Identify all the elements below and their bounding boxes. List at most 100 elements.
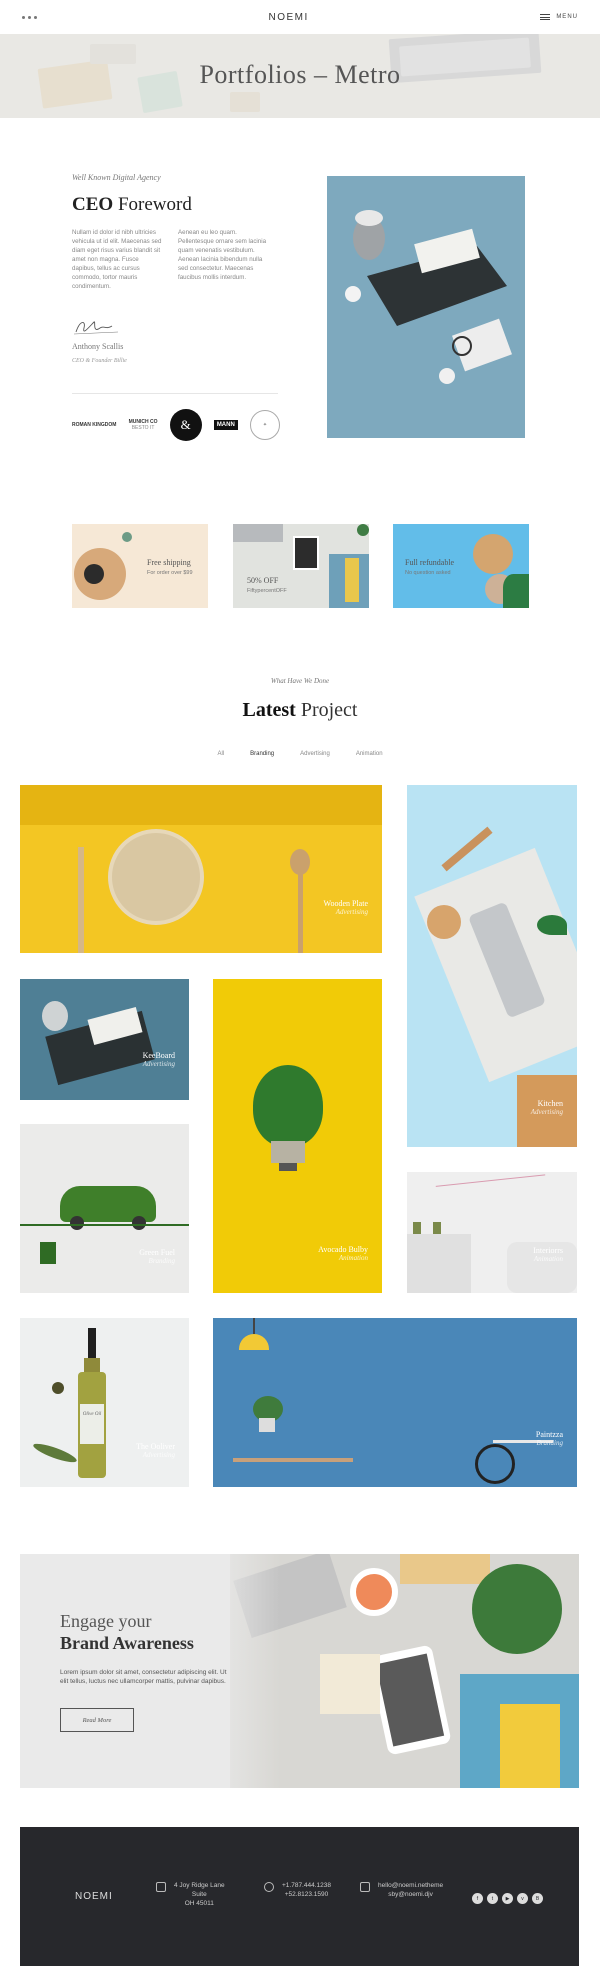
promo-text: No question asked — [405, 570, 451, 576]
brand-logo-roman-kingdom: ROMAN KINGDOM — [72, 422, 117, 428]
project-category: Advertising — [142, 1060, 175, 1068]
signature-image — [73, 321, 119, 335]
brand-logos: ROMAN KINGDOM MUNICH CO BESTO IT & MANN ✦ — [72, 408, 280, 442]
cta-title-line2: Brand Awareness — [60, 1633, 194, 1653]
project-tile-kitchen[interactable]: Kitchen Advertising — [407, 785, 577, 1147]
project-caption: Interiorrs Animation — [533, 1246, 563, 1263]
project-caption: Green Fuel Branding — [139, 1248, 175, 1265]
ceo-role: CEO & Founder Billie — [72, 358, 127, 364]
address-line: 4 Joy Ridge Lane — [174, 1882, 225, 1889]
project-name: The Ooliver — [136, 1442, 175, 1451]
project-name: Kitchen — [537, 1099, 563, 1108]
page-hero: Portfolios – Metro — [0, 34, 600, 118]
phone-number[interactable]: +1.787.444.1238 — [282, 1881, 331, 1890]
promo-text: For order over $99 — [147, 570, 193, 576]
email-address[interactable]: hello@noemi.netheme — [378, 1881, 443, 1890]
project-name: Interiorrs — [533, 1246, 563, 1255]
latest-title-bold: Latest — [242, 699, 296, 721]
project-caption: KeeBoard Advertising — [143, 1051, 175, 1068]
ceo-text-col2: Aenean eu leo quam. Pellentesque ornare … — [178, 229, 267, 281]
ceo-text: Nullam id dolor id nibh ultricies vehicu… — [72, 228, 268, 291]
promo-text: FiftypercentOFF — [247, 588, 287, 594]
footer-phones: +1.787.444.1238 +52.8123.1590 — [264, 1881, 331, 1899]
ceo-text-col1: Nullam id dolor id nibh ultricies vehicu… — [72, 229, 162, 290]
project-tile-green-fuel[interactable]: Green Fuel Branding — [20, 1124, 189, 1293]
project-category: Advertising — [335, 908, 368, 916]
filter-advertising[interactable]: Advertising — [300, 751, 330, 757]
menu-label: MENU — [556, 14, 578, 20]
hamburger-icon — [540, 14, 551, 20]
brand-logo-ampersand: & — [169, 409, 202, 441]
project-category: Advertising — [142, 1451, 175, 1459]
address-line: OH 45011 — [184, 1900, 214, 1907]
project-category: Animation — [533, 1255, 563, 1263]
promo-title: Full refundable — [405, 558, 455, 567]
project-category: Advertising — [530, 1108, 563, 1116]
vimeo-icon[interactable]: v — [517, 1893, 528, 1904]
promo-card-shipping[interactable]: Free shipping For order over $99 — [72, 524, 208, 608]
cta-title: Engage your Brand Awareness — [60, 1610, 194, 1654]
cta-text: Lorem ipsum dolor sit amet, consectetur … — [60, 1669, 227, 1685]
cta-banner: Engage your Brand Awareness Lorem ipsum … — [20, 1554, 579, 1788]
latest-subtitle: What Have We Done — [270, 677, 330, 685]
project-tile-keeboard[interactable]: KeeBoard Advertising — [20, 979, 189, 1100]
latest-title: Latest Project — [0, 699, 600, 722]
page-title: Portfolios – Metro — [199, 60, 401, 89]
project-name: Wooden Plate — [323, 899, 368, 908]
phone-icon — [264, 1882, 274, 1892]
typewriter-illustration — [327, 176, 525, 438]
map-icon — [156, 1882, 166, 1892]
promo-title: Free shipping — [147, 558, 191, 567]
more-dots-icon[interactable] — [22, 15, 37, 19]
ceo-photo — [327, 176, 525, 438]
twitter-icon[interactable]: t — [487, 1893, 498, 1904]
promo-card-discount[interactable]: 50% OFF FiftypercentOFF — [233, 524, 369, 608]
latest-title-rest: Project — [300, 699, 358, 721]
brand-logo-mann: MANN — [213, 420, 238, 430]
brand-logo-munich: MUNICH CO BESTO IT — [129, 419, 158, 431]
project-tile-interiorrs[interactable]: Interiorrs Animation — [407, 1172, 577, 1293]
project-name: Avocado Bulby — [318, 1245, 368, 1254]
brand-logo-munich-sub: BESTO IT — [131, 425, 155, 431]
filter-animation[interactable]: Animation — [356, 751, 383, 757]
cta-title-line1: Engage your — [60, 1611, 152, 1631]
project-caption: Avocado Bulby Animation — [318, 1245, 368, 1262]
email-address[interactable]: sby@noemi.djv — [378, 1890, 443, 1899]
site-logo[interactable]: NOEMI — [269, 12, 309, 23]
project-caption: Wooden Plate Advertising — [324, 899, 368, 916]
brand-logo-circle: ✦ — [249, 410, 280, 440]
social-links: f t ▶ v B — [472, 1893, 543, 1904]
filter-all[interactable]: All — [217, 751, 224, 757]
ceo-title-rest: Foreword — [117, 194, 192, 215]
project-category: Branding — [536, 1439, 563, 1447]
facebook-icon[interactable]: f — [472, 1893, 483, 1904]
footer-logo[interactable]: NOEMI — [75, 1891, 113, 1902]
project-name: KeeBoard — [142, 1051, 175, 1060]
phone-number[interactable]: +52.8123.1590 — [282, 1890, 331, 1899]
project-name: Paintzza — [535, 1430, 563, 1439]
filter-branding[interactable]: Branding — [250, 751, 274, 757]
promo-card-refund[interactable]: Full refundable No question asked — [393, 524, 529, 608]
read-more-button[interactable]: Read More — [60, 1708, 134, 1732]
project-tile-avocado-bulby[interactable]: Avocado Bulby Animation — [213, 979, 382, 1293]
project-name: Green Fuel — [139, 1248, 175, 1257]
top-bar: NOEMI MENU — [0, 0, 600, 34]
project-tile-wooden-plate[interactable]: Wooden Plate Advertising — [20, 785, 382, 953]
behance-icon[interactable]: B — [532, 1893, 543, 1904]
menu-button[interactable]: MENU — [540, 14, 578, 20]
page: NOEMI MENU Portfolios – Metro Well Known… — [0, 0, 600, 1984]
footer-address: 4 Joy Ridge Lane Suite OH 45011 — [156, 1881, 225, 1908]
project-filters: All Branding Advertising Animation — [0, 751, 600, 757]
project-category: Animation — [338, 1254, 368, 1262]
divider — [72, 393, 278, 394]
project-tile-paintzza[interactable]: Paintzza Branding — [213, 1318, 577, 1487]
project-caption: Kitchen Advertising — [531, 1099, 563, 1116]
footer-emails: hello@noemi.netheme sby@noemi.djv — [360, 1881, 443, 1899]
youtube-icon[interactable]: ▶ — [502, 1893, 513, 1904]
ceo-title: CEO Foreword — [72, 194, 192, 216]
project-tile-the-ooliver[interactable]: Olive Oil The Ooliver Advertising — [20, 1318, 189, 1487]
project-caption: Paintzza Branding — [536, 1430, 563, 1447]
project-caption: The Ooliver Advertising — [136, 1442, 175, 1459]
ceo-subtitle: Well Known Digital Agency — [72, 173, 161, 182]
mail-icon — [360, 1882, 370, 1892]
